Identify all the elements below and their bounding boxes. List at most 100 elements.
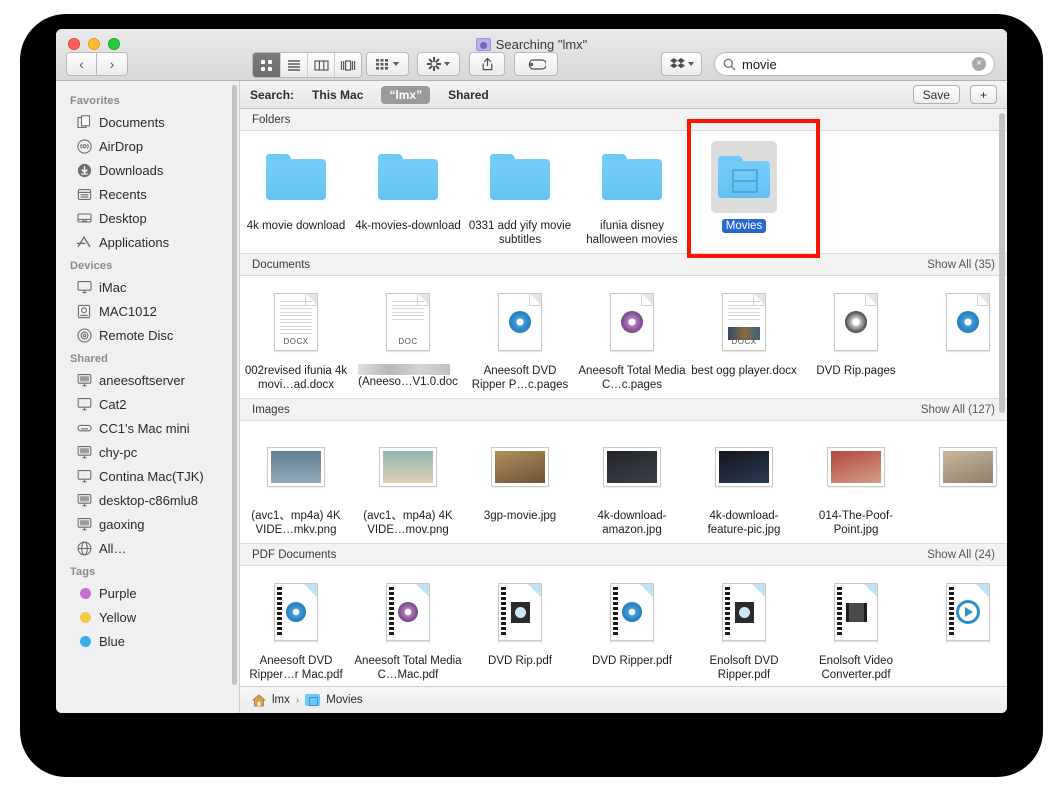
sidebar-item-tag-blue[interactable]: Blue [56,629,239,653]
sidebar-item-imac[interactable]: iMac [56,275,239,299]
back-button[interactable]: ‹ [66,52,97,76]
scope-lmx[interactable]: “lmx” [381,86,430,104]
result-item-folder[interactable]: 0331 add yify movie subtitles [464,141,576,247]
share-button[interactable] [469,52,505,76]
result-item-document[interactable]: Aneesoft DVD Ripper P…c.pages [464,286,576,392]
result-item-image[interactable]: 014-The-Poof-Point.jpg [800,431,912,537]
result-item-document[interactable]: DOCX best ogg player.docx [688,286,800,392]
imac-icon [76,279,92,295]
sidebar-item-applications[interactable]: Applications [56,230,239,254]
result-item-folder[interactable]: 4k movie download [240,141,352,247]
sidebar-item-label: Contina Mac(TJK) [99,469,204,484]
arrange-button[interactable] [366,52,409,76]
action-button[interactable] [417,52,460,76]
image-thumbnail [268,431,324,503]
result-item-image[interactable]: 3gp-movie.jpg [464,431,576,537]
zoom-button[interactable] [108,38,120,50]
sidebar-item-gaoxing[interactable]: gaoxing [56,512,239,536]
clear-search-icon[interactable]: × [972,57,986,71]
search-field[interactable]: movie × [714,52,995,76]
item-label: 3gp-movie.jpg [484,509,556,523]
path-segment-label[interactable]: Movies [326,694,362,706]
sidebar-item-label: MAC1012 [99,304,157,319]
airdrop-icon [76,138,92,154]
column-view-button[interactable] [307,53,334,77]
chevron-right-icon: › [296,695,299,706]
sidebar-item-desktop-c86mlu8[interactable]: desktop-c86mlu8 [56,488,239,512]
results-scrollbar[interactable] [999,113,1005,413]
icon-view-button[interactable] [253,53,280,77]
sidebar-item-mac1012[interactable]: MAC1012 [56,299,239,323]
show-all-link[interactable]: Show All (127) [921,404,995,416]
sidebar-item-recents[interactable]: Recents [56,182,239,206]
scope-this-mac[interactable]: This Mac [304,86,371,104]
forward-button[interactable]: › [97,52,128,76]
sidebar-item-cc1s-mac-mini[interactable]: CC1's Mac mini [56,416,239,440]
show-all-link[interactable]: Show All (24) [927,549,995,561]
sidebar: Favorites Documents AirDrop [56,81,240,713]
result-item-pdf[interactable]: Enolsoft Video Converter.pdf [800,576,912,682]
close-button[interactable] [68,38,80,50]
search-input-value[interactable]: movie [742,57,966,72]
sidebar-scrollbar[interactable] [232,85,237,685]
minimize-button[interactable] [88,38,100,50]
path-segment-label[interactable]: lmx [272,694,290,706]
result-item-image[interactable]: 4k-download-amazon.jpg [576,431,688,537]
search-scope-label: Search: [250,88,294,102]
sidebar-item-remote-disc[interactable]: Remote Disc [56,323,239,347]
result-item-document[interactable]: DVD Rip.pages [800,286,912,392]
sidebar-item-chy-pc[interactable]: chy-pc [56,440,239,464]
image-thumbnail [604,431,660,503]
result-item-folder[interactable]: ifunia disney halloween movies [576,141,688,247]
group-header-images: Images Show All (127) [240,399,1007,421]
result-item-document-partial[interactable] [912,286,1007,392]
result-item-pdf[interactable]: DVD Rip.pdf [464,576,576,682]
pages-file-icon [610,286,654,358]
downloads-icon [76,162,92,178]
tag-button[interactable] [514,52,558,76]
sidebar-item-contina-mac[interactable]: Contina Mac(TJK) [56,464,239,488]
pages-file-icon [498,286,542,358]
dropbox-button[interactable] [661,52,702,76]
sidebar-item-airdrop[interactable]: AirDrop [56,134,239,158]
scope-shared[interactable]: Shared [440,86,497,104]
result-item-image[interactable]: (avc1、mp4a) 4K VIDE…mov.png [352,431,464,537]
list-view-button[interactable] [280,53,307,77]
result-item-pdf-partial[interactable] [912,576,1007,682]
add-criteria-button[interactable]: + [970,85,997,104]
sidebar-item-desktop[interactable]: Desktop [56,206,239,230]
show-all-link[interactable]: Show All (35) [927,259,995,271]
desktop-icon [76,210,92,226]
sidebar-item-aneesoftserver[interactable]: aneesoftserver [56,368,239,392]
result-item-image[interactable]: (avc1、mp4a) 4K VIDE…mkv.png [240,431,352,537]
display-icon [76,468,92,484]
result-item-pdf[interactable]: Aneesoft DVD Ripper…r Mac.pdf [240,576,352,682]
gallery-view-button[interactable] [334,53,361,77]
result-item-movies-selected[interactable]: Movies [688,141,800,247]
sidebar-item-documents[interactable]: Documents [56,110,239,134]
result-item-document[interactable]: DOC (Aneeso…V1.0.doc [352,286,464,392]
pdf-file-icon [834,576,878,648]
result-item-pdf[interactable]: Aneesoft Total Media C…Mac.pdf [352,576,464,682]
result-item-document[interactable]: Aneesoft Total Media C…c.pages [576,286,688,392]
sidebar-item-all[interactable]: All… [56,536,239,560]
mac-mini-icon [76,420,92,436]
traffic-lights [68,38,120,50]
sidebar-item-tag-yellow[interactable]: Yellow [56,605,239,629]
movies-folder-icon [711,141,777,213]
item-label: Movies [722,219,766,233]
sidebar-item-tag-purple[interactable]: Purple [56,581,239,605]
result-item-document[interactable]: DOCX 002revised ifunia 4k movi…ad.docx [240,286,352,392]
save-button[interactable]: Save [913,85,960,104]
result-item-pdf[interactable]: DVD Ripper.pdf [576,576,688,682]
group-body-pdf-documents: Aneesoft DVD Ripper…r Mac.pdf Aneesoft T… [240,566,1007,686]
result-item-image[interactable]: 4k-download-feature-pic.jpg [688,431,800,537]
result-item-pdf[interactable]: Enolsoft DVD Ripper.pdf [688,576,800,682]
result-item-image-partial[interactable] [912,431,1007,537]
sidebar-item-downloads[interactable]: Downloads [56,158,239,182]
item-label: DVD Rip.pages [816,364,895,378]
result-item-folder[interactable]: 4k-movies-download [352,141,464,247]
item-label: Aneesoft Total Media C…Mac.pdf [354,654,462,682]
sidebar-item-cat2[interactable]: Cat2 [56,392,239,416]
docx-file-icon: DOCX [722,286,766,358]
